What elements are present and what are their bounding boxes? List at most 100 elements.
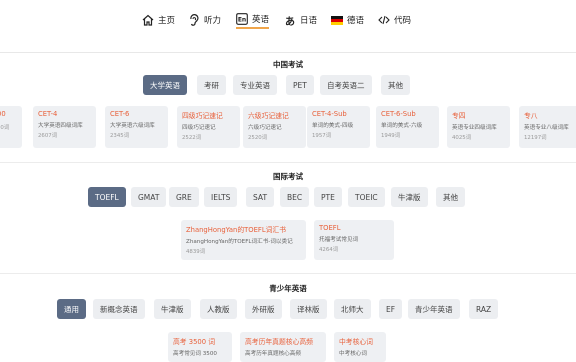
- card-description: 大学英语六级词库: [110, 123, 155, 129]
- card-title: CET-4-Sub: [312, 110, 347, 118]
- nav-divider: [0, 52, 576, 53]
- nav-german[interactable]: 德语: [331, 11, 364, 29]
- word-card[interactable]: 专八 英语专业八级词库 12197词: [519, 106, 576, 148]
- tab-toeic[interactable]: TOEIC: [348, 187, 385, 207]
- card-title: TOEFL: [319, 224, 341, 232]
- tab-gre[interactable]: GRE: [169, 187, 199, 207]
- nav-english[interactable]: En 英语: [236, 11, 270, 29]
- card-title: 高考历年真题核心高频: [245, 338, 313, 346]
- word-card[interactable]: CET-4 大学英语四级词库 2607词: [33, 106, 96, 148]
- tab-youth-english[interactable]: 青少年英语: [408, 299, 460, 319]
- card-word-count: 4264词: [319, 247, 339, 253]
- nav-german-label: 德语: [347, 16, 365, 26]
- card-title: CET-6-Sub: [381, 110, 416, 118]
- card-description: 单词的美式-六级: [381, 123, 423, 129]
- japanese-hiragana-icon: あ: [285, 16, 295, 28]
- section-title-china: 中国考试: [273, 60, 303, 69]
- card-word-count: 2522词: [182, 135, 202, 141]
- nav-code-label: 代码: [394, 16, 412, 26]
- tab-sat[interactable]: SAT: [246, 187, 275, 207]
- card-description: 英语专业八级词库: [524, 125, 569, 131]
- word-card[interactable]: CET-4-Sub 单词的美式-四级 1957词: [307, 106, 370, 148]
- tab-other-china[interactable]: 其他: [381, 75, 410, 95]
- card-word-count: 1949词: [381, 133, 401, 139]
- word-card[interactable]: 专四 英语专业四级词库 4025词: [447, 106, 510, 148]
- tab-bnu[interactable]: 北师大: [334, 299, 371, 319]
- word-card[interactable]: 高考 3500 词 高考常见词 3500: [168, 332, 232, 362]
- card-title: CET-4: [38, 110, 58, 118]
- word-card[interactable]: 四级巧记速记 四级巧记速记 2522词: [177, 106, 240, 148]
- tab-bec[interactable]: BEC: [280, 187, 310, 207]
- tab-college-english[interactable]: 大学英语: [143, 75, 187, 95]
- tab-raz[interactable]: RAZ: [469, 299, 499, 319]
- card-title: 专四: [452, 112, 466, 120]
- card-title: ZhangHongYan的TOEFL词汇书: [186, 226, 287, 234]
- svg-text:En: En: [238, 16, 246, 23]
- tab-ielts[interactable]: IELTS: [204, 187, 238, 207]
- nav-english-label: 英语: [252, 14, 270, 25]
- card-title: 专八: [524, 112, 538, 120]
- nav-japanese[interactable]: あ 日语: [284, 11, 317, 29]
- ear-icon: [188, 14, 200, 26]
- word-card[interactable]: 高考历年真题核心高频 高考历年真题核心高频: [240, 332, 326, 362]
- tab-oxford-intl[interactable]: 牛津版: [391, 187, 428, 207]
- nav-japanese-label: 日语: [300, 16, 318, 26]
- card-word-count: 1957词: [312, 133, 332, 139]
- tab-pet[interactable]: PET: [286, 75, 314, 95]
- word-card[interactable]: TOEFL 托福考试常见词 4264词: [314, 220, 394, 260]
- tab-new-concept[interactable]: 新概念英语: [93, 299, 145, 319]
- tab-pep[interactable]: 人教版: [200, 299, 237, 319]
- tab-yilin[interactable]: 译林版: [290, 299, 327, 319]
- card-description: 四级巧记速记: [182, 125, 216, 131]
- tab-pte[interactable]: PTE: [314, 187, 342, 207]
- tab-self-exam-english[interactable]: 自考英语二: [320, 75, 372, 95]
- card-word-count: 12197词: [524, 135, 547, 141]
- nav-listening[interactable]: 听力: [188, 11, 221, 29]
- section-divider: [0, 273, 576, 274]
- section-title-youth: 青少年英语: [269, 284, 307, 293]
- tab-fltrp[interactable]: 外研版: [245, 299, 282, 319]
- card-word-count: 00词: [0, 125, 10, 131]
- card-word-count: 2345词: [110, 133, 130, 139]
- english-en-icon: En: [236, 12, 248, 25]
- card-title: 高考 3500 词: [173, 338, 216, 346]
- section-title-international: 国际考试: [273, 172, 303, 181]
- card-title: 中考核心词: [339, 338, 373, 346]
- german-flag-icon: [331, 14, 343, 26]
- card-word-count: 2520词: [248, 135, 268, 141]
- card-description: 大学英语四级词库: [38, 123, 83, 129]
- word-card[interactable]: 00 00词: [0, 106, 22, 148]
- nav-home[interactable]: 主页: [142, 11, 175, 29]
- home-icon: [142, 14, 154, 26]
- card-word-count: 4025词: [452, 135, 472, 141]
- card-description: 单词的美式-四级: [312, 123, 354, 129]
- word-card[interactable]: ZhangHongYan的TOEFL词汇书 ZhangHongYan的TOEFL…: [181, 220, 306, 260]
- nav-listening-label: 听力: [204, 16, 222, 26]
- card-title: 四级巧记速记: [182, 112, 223, 120]
- nav-code[interactable]: 代码: [378, 11, 411, 29]
- card-title: 00: [0, 110, 6, 118]
- word-card[interactable]: 六级巧记速记 六级巧记速记 2520词: [243, 106, 306, 148]
- card-title: CET-6: [110, 110, 130, 118]
- tab-toefl[interactable]: TOEFL: [88, 187, 126, 207]
- card-description: 六级巧记速记: [248, 125, 282, 131]
- tab-general[interactable]: 通用: [57, 299, 86, 319]
- card-description: 英语专业四级词库: [452, 125, 497, 131]
- tab-professional-english[interactable]: 专业英语: [233, 75, 277, 95]
- nav-home-label: 主页: [158, 16, 176, 26]
- tab-gmat[interactable]: GMAT: [131, 187, 167, 207]
- card-word-count: 2607词: [38, 133, 58, 139]
- card-word-count: 4839词: [186, 249, 206, 255]
- card-description: ZhangHongYan的TOEFL词汇书-词以类记: [186, 239, 293, 245]
- code-icon: [378, 14, 390, 26]
- top-navigation: 主页 听力 En 英语 あ 日语 德语 代码: [0, 0, 576, 40]
- card-title: 六级巧记速记: [248, 112, 289, 120]
- tab-other-intl[interactable]: 其他: [436, 187, 465, 207]
- tab-ef[interactable]: EF: [379, 299, 403, 319]
- word-card[interactable]: CET-6-Sub 单词的美式-六级 1949词: [376, 106, 439, 148]
- section-divider: [0, 162, 576, 163]
- tab-kaoyan[interactable]: 考研: [197, 75, 226, 95]
- word-card[interactable]: CET-6 大学英语六级词库 2345词: [105, 106, 168, 148]
- tab-oxford-youth[interactable]: 牛津版: [154, 299, 191, 319]
- word-card[interactable]: 中考核心词 中考核心词: [334, 332, 386, 362]
